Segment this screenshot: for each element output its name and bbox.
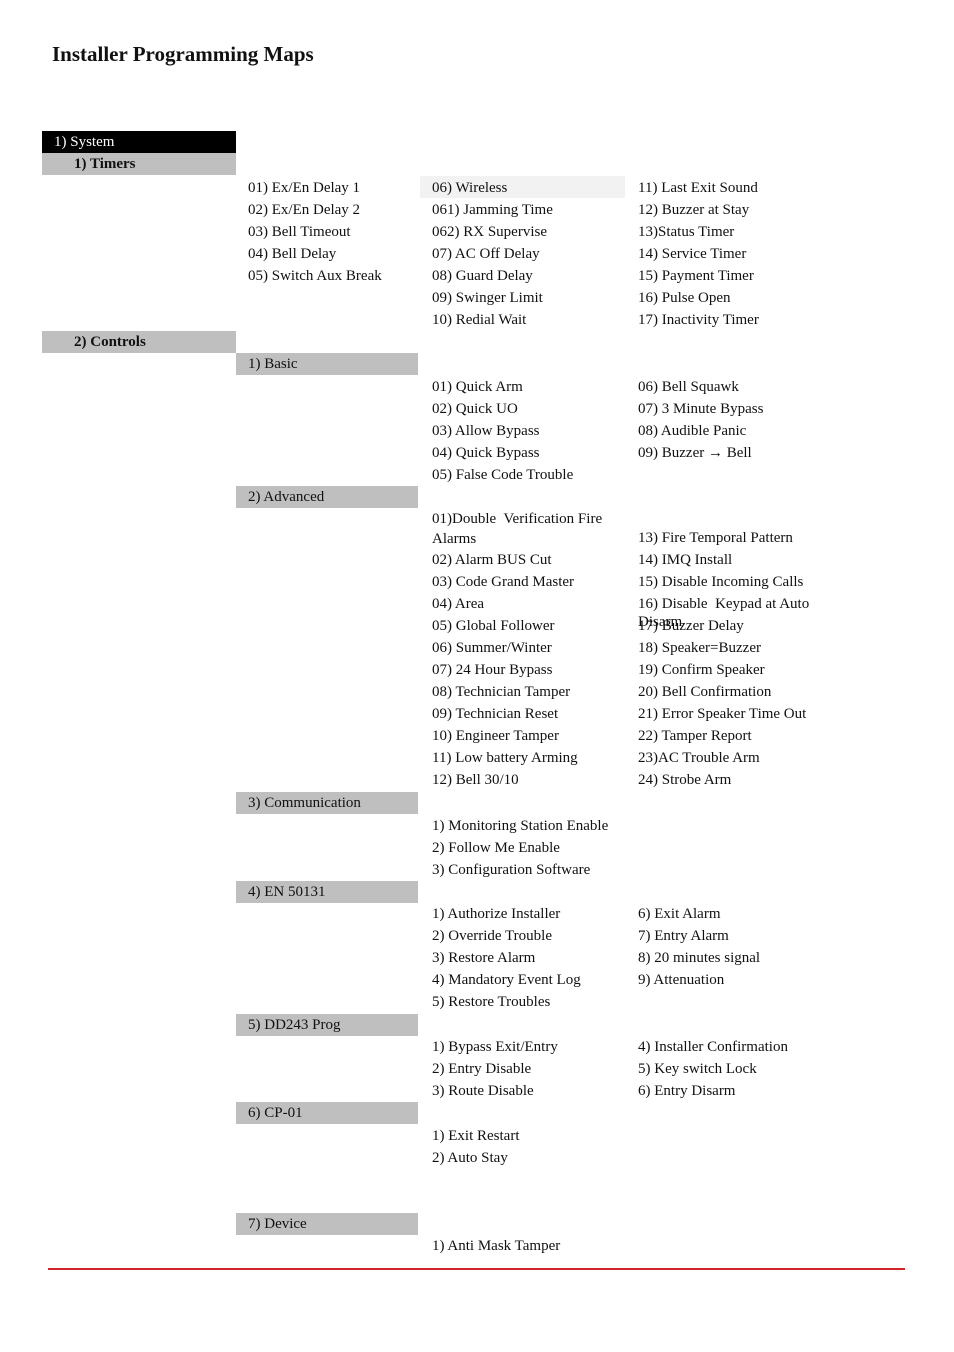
control-item: 05) False Code Trouble <box>432 467 574 483</box>
control-item: 1) Exit Restart <box>432 1128 520 1144</box>
page-title: Installer Programming Maps <box>52 42 314 66</box>
control-item: 1) Anti Mask Tamper <box>432 1238 561 1254</box>
control-item: 17) Buzzer Delay <box>638 618 744 634</box>
controls-header: 2) Controls <box>42 331 236 353</box>
control-item: 18) Speaker=Buzzer <box>638 640 761 656</box>
control-item: 02) Alarm BUS Cut <box>432 552 552 568</box>
control-item: 2) Follow Me Enable <box>432 840 560 856</box>
control-item: 23)AC Trouble Arm <box>638 750 760 766</box>
timer-item: 17) Inactivity Timer <box>638 312 759 328</box>
timer-item: 04) Bell Delay <box>248 246 337 262</box>
control-item: 5) Key switch Lock <box>638 1061 757 1077</box>
control-item: 2) Override Trouble <box>432 928 552 944</box>
control-item: 3) Configuration Software <box>432 862 591 878</box>
control-item: 1) Bypass Exit/Entry <box>432 1039 558 1055</box>
control-item: 09) Buzzer → Bell <box>638 445 752 461</box>
control-item: 11) Low battery Arming <box>432 750 578 766</box>
timer-item: 062) RX Supervise <box>432 224 547 240</box>
control-item: 06) Bell Squawk <box>638 379 739 395</box>
timer-item: 09) Swinger Limit <box>432 290 543 306</box>
control-item: 9) Attenuation <box>638 972 725 988</box>
control-item: 01)Double Verification Fire Alarms <box>432 511 606 547</box>
timer-item: 11) Last Exit Sound <box>638 180 758 196</box>
section-header: 5) DD243 Prog <box>236 1014 418 1036</box>
timer-item: 06) Wireless <box>432 180 508 196</box>
control-item: 02) Quick UO <box>432 401 518 417</box>
control-item: 13) Fire Temporal Pattern <box>638 530 793 546</box>
section-header: 7) Device <box>236 1213 418 1235</box>
timer-item: 05) Switch Aux Break <box>248 268 382 284</box>
timer-item: 13)Status Timer <box>638 224 735 240</box>
control-item: 09) Technician Reset <box>432 706 559 722</box>
system-header: 1) System <box>42 131 236 153</box>
timer-item: 061) Jamming Time <box>432 202 553 218</box>
timer-item: 15) Payment Timer <box>638 268 754 284</box>
control-item: 08) Audible Panic <box>638 423 747 439</box>
section-header: 2) Advanced <box>236 486 418 508</box>
timer-item: 03) Bell Timeout <box>248 224 351 240</box>
control-item: 6) Exit Alarm <box>638 906 721 922</box>
control-item: 7) Entry Alarm <box>638 928 729 944</box>
control-item: 01) Quick Arm <box>432 379 523 395</box>
document-page: Installer Programming Maps 1) System 1) T… <box>0 0 954 1352</box>
control-item: 6) Entry Disarm <box>638 1083 736 1099</box>
control-item: 3) Restore Alarm <box>432 950 536 966</box>
control-item: 07) 24 Hour Bypass <box>432 662 553 678</box>
timer-item: 02) Ex/En Delay 2 <box>248 202 361 218</box>
control-item: 2) Auto Stay <box>432 1150 508 1166</box>
control-item: 4) Mandatory Event Log <box>432 972 581 988</box>
timer-item: 08) Guard Delay <box>432 268 533 284</box>
timer-item: 01) Ex/En Delay 1 <box>248 180 361 196</box>
control-item: 22) Tamper Report <box>638 728 752 744</box>
footer-rule <box>48 1268 905 1270</box>
timer-item: 16) Pulse Open <box>638 290 731 306</box>
control-item: 5) Restore Troubles <box>432 994 551 1010</box>
control-item: 1) Monitoring Station Enable <box>432 818 609 834</box>
control-item: 2) Entry Disable <box>432 1061 532 1077</box>
control-item: 04) Quick Bypass <box>432 445 540 461</box>
control-item: 03) Allow Bypass <box>432 423 540 439</box>
control-item: 19) Confirm Speaker <box>638 662 765 678</box>
control-item: 03) Code Grand Master <box>432 574 575 590</box>
timer-item: 07) AC Off Delay <box>432 246 540 262</box>
control-item: 8) 20 minutes signal <box>638 950 761 966</box>
control-item: 20) Bell Confirmation <box>638 684 772 700</box>
control-item: 07) 3 Minute Bypass <box>638 401 764 417</box>
control-item: 12) Bell 30/10 <box>432 772 519 788</box>
section-header: 6) CP-01 <box>236 1102 418 1124</box>
control-item: 1) Authorize Installer <box>432 906 561 922</box>
control-item: 14) IMQ Install <box>638 552 733 568</box>
control-item: 21) Error Speaker Time Out <box>638 706 807 722</box>
timer-item: 10) Redial Wait <box>432 312 527 328</box>
control-item: 04) Area <box>432 596 485 612</box>
control-item: 06) Summer/Winter <box>432 640 552 656</box>
control-item: 4) Installer Confirmation <box>638 1039 788 1055</box>
control-item: 3) Route Disable <box>432 1083 534 1099</box>
timers-header: 1) Timers <box>42 153 236 175</box>
control-item: 10) Engineer Tamper <box>432 728 559 744</box>
control-item: 15) Disable Incoming Calls <box>638 574 804 590</box>
section-header: 1) Basic <box>236 353 418 375</box>
control-item: 08) Technician Tamper <box>432 684 571 700</box>
timer-item: 14) Service Timer <box>638 246 747 262</box>
timer-item: 12) Buzzer at Stay <box>638 202 750 218</box>
control-item: 05) Global Follower <box>432 618 555 634</box>
section-header: 4) EN 50131 <box>236 881 418 903</box>
section-header: 3) Communication <box>236 792 418 814</box>
control-item: 24) Strobe Arm <box>638 772 732 788</box>
